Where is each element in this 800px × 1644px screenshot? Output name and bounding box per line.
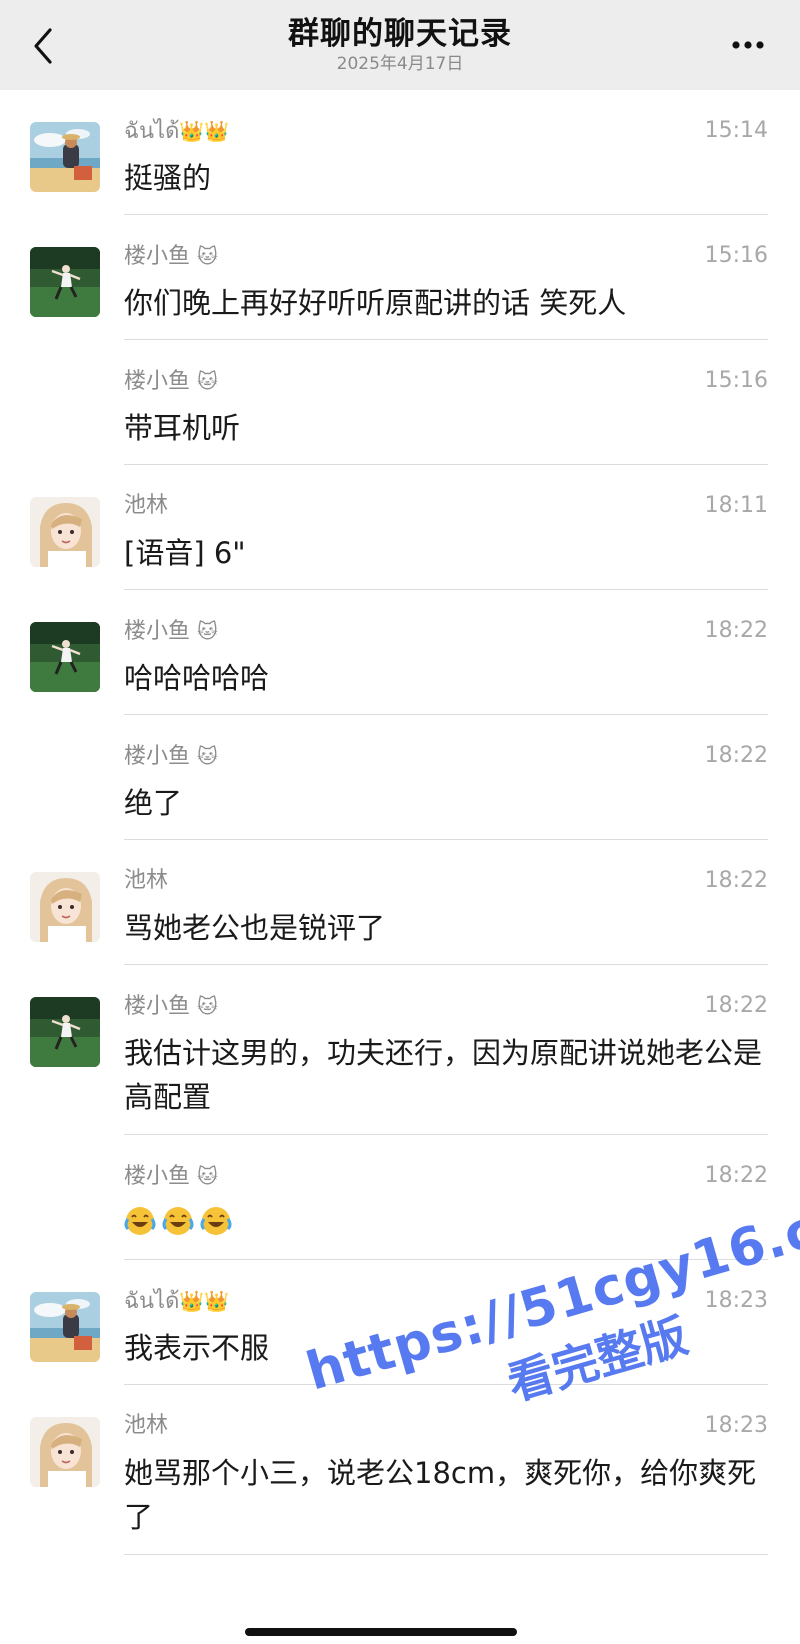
message-item: 池林 18:11 [语音] 6" [0,465,800,590]
message-item: 楼小鱼 🐱 18:22 哈哈哈哈哈 [0,590,800,715]
message-item: 楼小鱼 🐱 15:16 带耳机听 [0,340,800,465]
beach-avatar[interactable] [30,122,100,192]
more-button[interactable] [728,30,768,60]
grass-avatar[interactable] [30,622,100,692]
cat-badge-icon: 🐱 [197,619,218,643]
message-text: 我表示不服 [124,1331,270,1365]
sender-label: 楼小鱼 [124,1164,191,1189]
message-time: 18:22 [704,868,768,893]
sender-name: ฉันได้👑👑 [124,116,229,147]
message-time: 15:16 [704,243,768,268]
more-dots-icon [732,41,764,49]
cat-badge-icon: 🐱 [197,744,218,768]
cat-badge-icon: 🐱 [197,369,218,393]
anime-girl-avatar[interactable] [30,497,100,567]
message-text: 挺骚的 [124,161,212,195]
message-item: 楼小鱼 🐱 15:16 你们晚上再好好听听原配讲的话 笑死人 [0,215,800,340]
message-item: 池林 18:23 她骂那个小三，说老公18cm，爽死你，给你爽死了 [0,1385,800,1555]
page-subtitle-date: 2025年4月17日 [336,54,464,74]
sender-name: 池林 [124,493,169,518]
crown-badge-icon: 👑👑 [179,1289,230,1313]
message-time: 15:16 [704,368,768,393]
sender-label: 楼小鱼 [124,744,191,769]
chevron-left-icon [34,28,52,64]
voice-message-text[interactable]: [语音] 6" [124,531,764,575]
message-time: 18:23 [704,1413,768,1438]
message-text: 带耳机听 [124,411,241,445]
message-item: 楼小鱼 🐱 18:22 绝了 [0,715,800,840]
nav-header: 群聊的聊天记录 2025年4月17日 [0,0,800,90]
crown-badge-icon: 👑👑 [179,119,230,143]
message-time: 18:22 [704,618,768,643]
message-time: 18:11 [704,493,768,518]
sender-label: 楼小鱼 [124,244,191,269]
message-text: 她骂那个小三，说老公18cm，爽死你，给你爽死了 [124,1456,757,1534]
message-time: 15:14 [704,118,768,143]
anime-girl-avatar[interactable] [30,872,100,942]
sender-name: 楼小鱼 🐱 [124,616,218,647]
laugh-cry-icon [124,1207,156,1235]
sender-name: ฉันได้👑👑 [124,1286,229,1317]
sender-name: 楼小鱼 🐱 [124,241,218,272]
message-item: ฉันได้👑👑 18:23 我表示不服 [0,1260,800,1385]
sender-name: 池林 [124,868,169,893]
sender-label: ฉันได้ [124,1289,180,1314]
page-title: 群聊的聊天记录 [288,16,512,52]
message-list: ฉันได้👑👑 15:14 挺骚的 楼小鱼 🐱 15:16 你们晚上再好好听听… [0,90,800,1555]
sender-name: 楼小鱼 🐱 [124,366,218,397]
sender-name: 楼小鱼 🐱 [124,1161,218,1192]
message-item: ฉันได้👑👑 15:14 挺骚的 [0,90,800,215]
emoji-message [124,1201,764,1245]
message-text: 你们晚上再好好听听原配讲的话 笑死人 [124,286,627,320]
cat-badge-icon: 🐱 [197,244,218,268]
title-block: 群聊的聊天记录 2025年4月17日 [150,14,650,74]
sender-label: ฉันได้ [124,119,180,144]
message-item: 楼小鱼 🐱 18:22 [0,1135,800,1260]
message-text: 绝了 [124,786,183,820]
message-time: 18:22 [704,743,768,768]
laugh-cry-icon [200,1207,232,1235]
sender-label: 楼小鱼 [124,994,191,1019]
sender-name: 楼小鱼 🐱 [124,741,218,772]
sender-label: 楼小鱼 [124,619,191,644]
laugh-cry-icon [162,1207,194,1235]
sender-name: 池林 [124,1413,169,1438]
sender-name: 楼小鱼 🐱 [124,991,218,1022]
message-item: 楼小鱼 🐱 18:22 我估计这男的，功夫还行，因为原配讲说她老公是高配置 [0,965,800,1135]
sender-label: 楼小鱼 [124,369,191,394]
cat-badge-icon: 🐱 [197,1164,218,1188]
message-time: 18:22 [704,1163,768,1188]
back-button[interactable] [26,24,60,68]
cat-badge-icon: 🐱 [197,994,218,1018]
message-text: 骂她老公也是锐评了 [124,911,386,945]
divider [124,1554,768,1555]
beach-avatar[interactable] [30,1292,100,1362]
message-text: 我估计这男的，功夫还行，因为原配讲说她老公是高配置 [124,1036,763,1114]
anime-girl-avatar[interactable] [30,1417,100,1487]
home-indicator[interactable] [245,1628,517,1636]
message-item: 池林 18:22 骂她老公也是锐评了 [0,840,800,965]
grass-avatar[interactable] [30,997,100,1067]
grass-avatar[interactable] [30,247,100,317]
message-text: 哈哈哈哈哈 [124,661,270,695]
message-time: 18:22 [704,993,768,1018]
message-time: 18:23 [704,1288,768,1313]
